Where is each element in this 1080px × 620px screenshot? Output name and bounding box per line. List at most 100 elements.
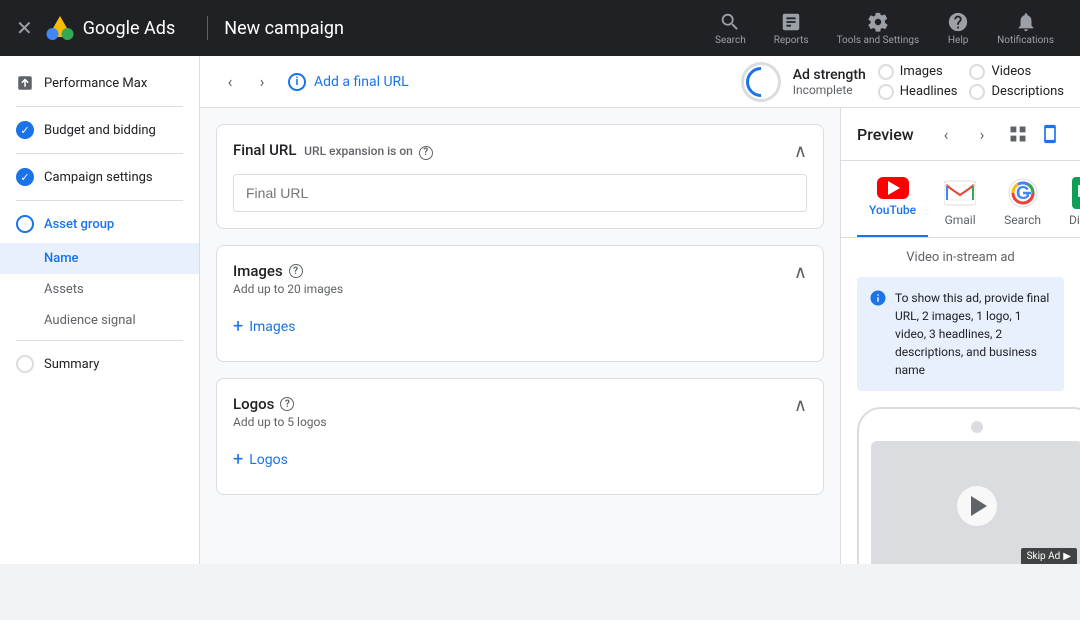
preview-header: Preview ‹ › (841, 108, 1080, 161)
youtube-channel-icon (877, 177, 909, 199)
channel-tab-gmail[interactable]: Gmail (932, 169, 988, 237)
videos-asset-circle (969, 64, 985, 80)
sub-item-audience-signal[interactable]: Audience signal (0, 305, 199, 336)
add-url-label[interactable]: Add a final URL (314, 74, 741, 90)
help-nav-button[interactable]: Help (937, 7, 979, 50)
sidebar-item-summary[interactable]: Summary (0, 345, 199, 383)
notifications-nav-label: Notifications (997, 35, 1054, 46)
preview-ad-type: Video in-stream ad (857, 250, 1064, 265)
ad-strength-area: Ad strength Incomplete Images Headlines (741, 62, 1064, 102)
final-url-card: Final URL URL expansion is on ? ∧ (216, 124, 824, 229)
performance-max-icon (16, 74, 34, 92)
sidebar-divider-4 (16, 340, 183, 341)
final-url-card-body (217, 174, 823, 228)
sidebar-item-asset-group[interactable]: Asset group (0, 205, 199, 243)
sub-item-assets[interactable]: Assets (0, 274, 199, 305)
tools-nav-button[interactable]: Tools and Settings (827, 7, 930, 50)
sidebar-budget-label: Budget and bidding (44, 123, 156, 138)
images-asset-circle (878, 64, 894, 80)
preview-mobile-icon[interactable] (1036, 120, 1064, 148)
ad-asset-videos: Videos (969, 64, 1064, 80)
reports-nav-button[interactable]: Reports (764, 7, 819, 50)
final-url-card-header[interactable]: Final URL URL expansion is on ? ∧ (217, 125, 823, 174)
sub-items: Name Assets Audience signal (0, 243, 199, 336)
play-triangle-icon (971, 496, 987, 516)
gmail-channel-icon (944, 177, 976, 209)
preview-info-message: To show this ad, provide final URL, 2 im… (895, 289, 1052, 379)
descriptions-asset-circle (969, 84, 985, 100)
close-icon[interactable]: ✕ (16, 16, 33, 40)
ad-strength-circle (741, 62, 781, 102)
skip-ad-button[interactable]: Skip Ad ▶ (1021, 548, 1077, 564)
images-title: Images (233, 262, 283, 280)
add-logos-button[interactable]: + Logos (233, 441, 807, 478)
youtube-tab-label: YouTube (869, 203, 916, 217)
preview-grid-icon[interactable] (1004, 120, 1032, 148)
sub-item-name[interactable]: Name (0, 243, 199, 274)
final-url-chevron-icon: ∧ (794, 141, 807, 162)
logo-text: Google Ads (83, 18, 175, 39)
campaign-title: New campaign (224, 18, 344, 39)
logos-card-header[interactable]: Logos ? Add up to 5 logos ∧ (217, 379, 823, 441)
preview-prev-arrow[interactable]: ‹ (932, 120, 960, 148)
sidebar-item-campaign-settings[interactable]: ✓ Campaign settings (0, 158, 199, 196)
ad-asset-images: Images (878, 64, 958, 80)
channel-tabs: YouTube (841, 161, 1080, 238)
logos-card-body: + Logos (217, 441, 823, 494)
search-nav-label: Search (715, 35, 746, 46)
final-url-title: Final URL URL expansion is on ? (233, 141, 433, 160)
logos-header-text: Logos ? Add up to 5 logos (233, 395, 327, 429)
images-card-header[interactable]: Images ? Add up to 20 images ∧ (217, 246, 823, 308)
preview-view-icons (1004, 120, 1064, 148)
ad-assets: Images Headlines (878, 64, 958, 100)
images-header-text: Images ? Add up to 20 images (233, 262, 343, 296)
prev-arrow[interactable]: ‹ (216, 68, 244, 96)
preview-next-arrow[interactable]: › (968, 120, 996, 148)
images-card-body: + Images (217, 308, 823, 361)
nav-divider (207, 16, 208, 40)
final-url-input[interactable] (233, 174, 807, 212)
nav-arrows: ‹ › (216, 68, 276, 96)
content-area: ‹ › i Add a final URL Ad strength Incomp… (200, 56, 1080, 564)
nav-actions: Search Reports Tools and Settings Help N… (705, 7, 1064, 50)
logos-card: Logos ? Add up to 5 logos ∧ + Logos (216, 378, 824, 495)
sidebar-item-budget-bidding[interactable]: ✓ Budget and bidding (0, 111, 199, 149)
add-logos-plus-icon: + (233, 449, 243, 470)
logos-info-icon: ? (280, 397, 294, 411)
ad-strength-status: Incomplete (793, 83, 866, 97)
google-search-channel-icon: G (1007, 177, 1039, 209)
ad-asset-descriptions: Descriptions (969, 84, 1064, 100)
sidebar-divider-1 (16, 106, 183, 107)
channel-tab-display[interactable]: Display (1057, 169, 1080, 237)
logos-title-row: Logos ? (233, 395, 327, 413)
notifications-nav-button[interactable]: Notifications (987, 7, 1064, 50)
headlines-asset-circle (878, 84, 894, 100)
summary-circle-icon (16, 355, 34, 373)
main-layout: Performance Max ✓ Budget and bidding ✓ C… (0, 56, 1080, 564)
gmail-tab-label: Gmail (945, 213, 976, 227)
sidebar-summary-label: Summary (44, 357, 99, 372)
asset-group-active-icon (16, 215, 34, 233)
url-expansion-info: URL expansion is on ? (304, 144, 433, 158)
images-chevron-icon: ∧ (794, 262, 807, 283)
youtube-play-icon (888, 181, 900, 195)
phone-mockup: Skip Ad ▶ Headline www.example.com LEARN… (857, 407, 1080, 564)
sidebar-campaign-settings-label: Campaign settings (44, 170, 153, 185)
sidebar-divider-3 (16, 200, 183, 201)
sidebar-asset-group-label: Asset group (44, 217, 114, 232)
logos-title: Logos (233, 395, 274, 413)
channel-tab-search[interactable]: G Search (992, 169, 1053, 237)
channel-tab-youtube[interactable]: YouTube (857, 169, 928, 237)
ad-strength-label: Ad strength (793, 67, 866, 83)
campaign-settings-completed-icon: ✓ (16, 168, 34, 186)
logo-area: Google Ads (45, 13, 175, 43)
phone-camera (971, 421, 983, 433)
content-top-bar: ‹ › i Add a final URL Ad strength Incomp… (200, 56, 1080, 108)
search-nav-button[interactable]: Search (705, 7, 756, 50)
google-ads-logo-icon (45, 13, 75, 43)
add-images-button[interactable]: + Images (233, 308, 807, 345)
ad-strength-progress-ring (740, 60, 782, 102)
sidebar-item-performance-max[interactable]: Performance Max (0, 64, 199, 102)
images-card: Images ? Add up to 20 images ∧ + Images (216, 245, 824, 362)
next-arrow[interactable]: › (248, 68, 276, 96)
